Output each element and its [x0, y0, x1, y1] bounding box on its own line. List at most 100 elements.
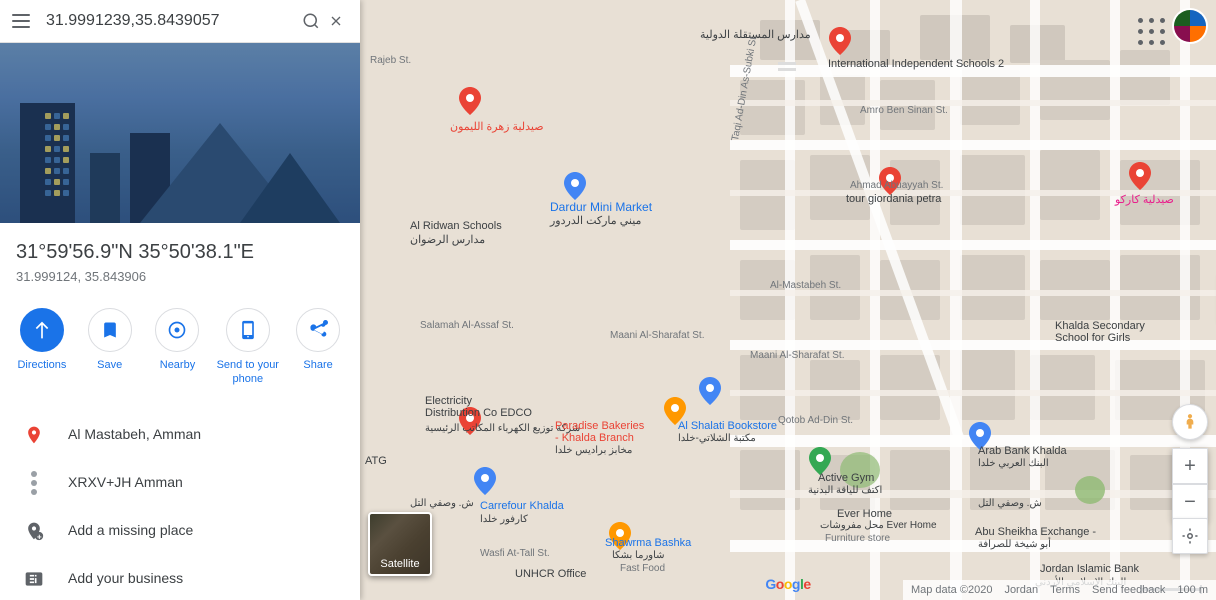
jordan-link[interactable]: Jordan [1004, 584, 1038, 596]
window [63, 190, 69, 196]
pin-active-gym[interactable] [809, 447, 831, 480]
plus-code-item[interactable]: XRXV+JH Amman [0, 459, 360, 507]
send-to-phone-icon-circle [226, 308, 270, 352]
share-button[interactable]: Share [288, 308, 348, 387]
zoom-out-button[interactable]: − [1172, 484, 1208, 520]
app-dot [1149, 40, 1154, 45]
map-area[interactable]: مدارس المستقلة الدولية International Ind… [360, 0, 1216, 600]
zoom-controls: + − [1172, 448, 1208, 520]
google-logo: Google [765, 576, 810, 592]
app-dot [1160, 40, 1165, 45]
satellite-label: Satellite [380, 558, 419, 570]
add-missing-place-item[interactable]: + Add a missing place [0, 507, 360, 555]
google-logo-g2: g [792, 576, 800, 592]
avatar-image [1174, 10, 1206, 42]
share-label: Share [303, 358, 332, 372]
window [54, 157, 60, 163]
pin-saidalia-lemon[interactable] [459, 87, 481, 120]
action-buttons: Directions Save Nearby [0, 292, 360, 395]
window [45, 168, 51, 174]
pin-int-schools[interactable] [829, 27, 851, 60]
send-to-phone-label: Send to your phone [215, 358, 280, 387]
window [45, 135, 51, 141]
window [45, 157, 51, 163]
user-avatar-button[interactable] [1172, 8, 1208, 44]
map-footer: Map data ©2020 Jordan Terms Send feedbac… [903, 580, 1216, 600]
window [63, 124, 69, 130]
zoom-in-button[interactable]: + [1172, 448, 1208, 484]
map-data-label: Map data ©2020 [911, 584, 993, 596]
directions-button[interactable]: Directions [12, 308, 72, 387]
search-input[interactable] [46, 12, 298, 30]
hero-image [0, 43, 360, 223]
window [54, 124, 60, 130]
google-logo-e: e [803, 576, 810, 592]
window [54, 179, 60, 185]
add-missing-text: Add a missing place [68, 521, 193, 541]
window [54, 190, 60, 196]
send-to-phone-button[interactable]: Send to your phone [215, 308, 280, 387]
pin-tour-giordania[interactable] [879, 167, 901, 200]
window [45, 190, 51, 196]
window [45, 146, 51, 152]
menu-button[interactable] [12, 10, 38, 32]
pin-arab-bank[interactable] [969, 422, 991, 455]
save-button[interactable]: Save [80, 308, 140, 387]
add-business-icon [16, 569, 52, 589]
app-dot [1138, 18, 1143, 23]
my-location-button[interactable] [1172, 518, 1208, 554]
scale-label: 100 m [1177, 584, 1208, 596]
pegman-button[interactable] [1172, 404, 1208, 440]
app-dot [1138, 29, 1143, 34]
nearby-button[interactable]: Nearby [147, 308, 207, 387]
terms-link[interactable]: Terms [1050, 584, 1080, 596]
plus-code-icon [16, 471, 52, 495]
app-dot [1160, 29, 1165, 34]
pin-atg[interactable] [459, 407, 481, 440]
window [63, 146, 69, 152]
app-dot [1149, 29, 1154, 34]
search-button[interactable] [298, 8, 324, 34]
window [45, 124, 51, 130]
pin-paradise[interactable] [664, 397, 686, 430]
plus-code-text: XRXV+JH Amman [68, 473, 183, 493]
share-icon-circle [296, 308, 340, 352]
search-bar: ‹ [0, 0, 360, 43]
window [54, 113, 60, 119]
location-text: Al Mastabeh, Amman [68, 425, 201, 445]
building2 [90, 153, 120, 223]
window [63, 135, 69, 141]
pin-carrefour[interactable] [474, 467, 496, 500]
pin-shalati[interactable] [699, 377, 721, 410]
map-svg [360, 0, 1216, 600]
add-business-item[interactable]: Add your business [0, 555, 360, 600]
pin-saidalia-arko[interactable] [1129, 162, 1151, 195]
coordinates-decimal: 31.999124, 35.843906 [16, 269, 344, 284]
google-apps-button[interactable] [1128, 8, 1168, 48]
coordinates-section: 31°59'56.9"N 35°50'38.1"E 31.999124, 35.… [0, 223, 360, 292]
app-dot [1138, 40, 1143, 45]
nearby-icon-circle [155, 308, 199, 352]
save-icon-circle [88, 308, 132, 352]
left-panel: ‹ [0, 0, 360, 600]
directions-icon-circle [20, 308, 64, 352]
window [54, 168, 60, 174]
window [63, 168, 69, 174]
satellite-toggle-button[interactable]: Satellite [368, 512, 432, 576]
window [54, 135, 60, 141]
send-feedback-link[interactable]: Send feedback [1092, 584, 1165, 596]
window [45, 179, 51, 185]
pin-shawrma[interactable] [609, 522, 631, 555]
add-business-text: Add your business [68, 569, 183, 589]
svg-text:+: + [37, 531, 42, 541]
pin-dardur[interactable] [564, 172, 586, 205]
window [63, 179, 69, 185]
window [54, 146, 60, 152]
app-dot [1160, 18, 1165, 23]
location-icon [16, 425, 52, 445]
save-label: Save [97, 358, 122, 372]
clear-button[interactable] [324, 9, 348, 33]
location-item[interactable]: Al Mastabeh, Amman [0, 411, 360, 459]
satellite-preview: Satellite [370, 514, 430, 574]
google-logo-o2: o [784, 576, 792, 592]
